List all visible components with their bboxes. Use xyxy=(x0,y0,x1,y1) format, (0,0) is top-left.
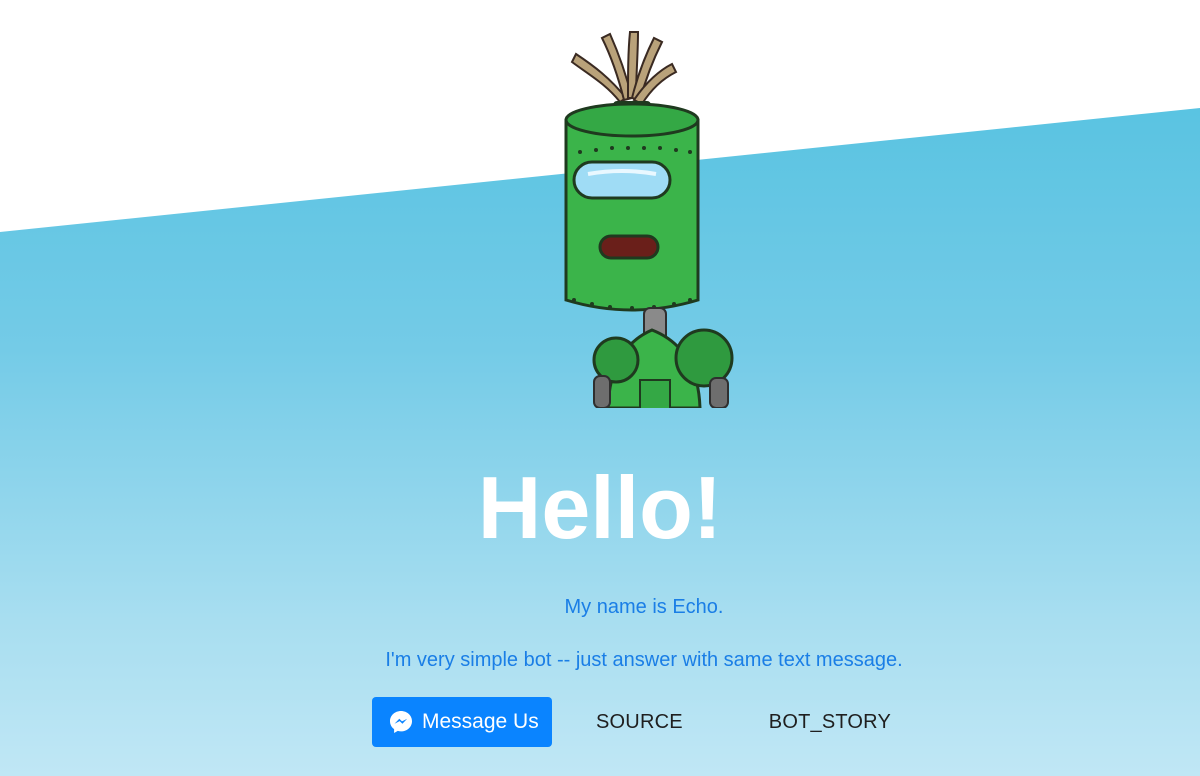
action-row: Message Us SOURCE BOT_STORY xyxy=(372,697,891,747)
intro-name-line: My name is Echo. xyxy=(564,596,724,618)
robot-illustration xyxy=(564,31,734,408)
bot-story-link[interactable]: BOT_STORY xyxy=(769,711,891,734)
intro-description-line: I'm very simple bot -- just answer with … xyxy=(385,649,903,671)
messenger-icon xyxy=(388,709,414,735)
message-us-button[interactable]: Message Us xyxy=(372,697,552,747)
hero-title: Hello! xyxy=(477,458,723,557)
source-link[interactable]: SOURCE xyxy=(596,711,683,734)
message-us-label: Message Us xyxy=(422,710,539,733)
